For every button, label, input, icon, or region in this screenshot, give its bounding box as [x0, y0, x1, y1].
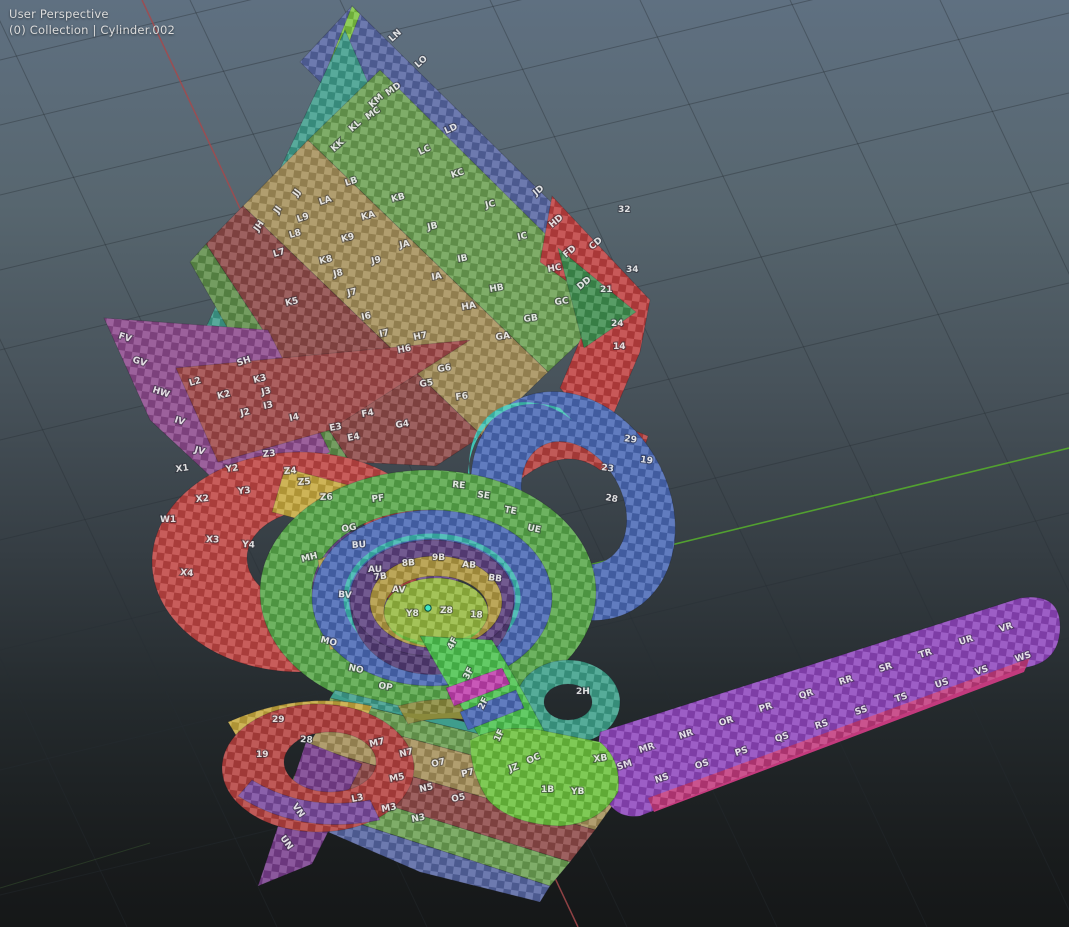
uv-grid-label: AV: [392, 585, 406, 595]
uv-grid-label: Y4: [241, 540, 255, 551]
uv-grid-label: 9B: [432, 553, 445, 563]
uv-grid-label: AB: [462, 560, 477, 571]
uv-grid-label: 32: [618, 205, 631, 215]
uv-grid-label: IA: [431, 271, 443, 283]
uv-grid-label: X4: [180, 568, 194, 579]
uv-grid-label: 34: [626, 265, 639, 275]
object-origin-dot: [425, 605, 431, 611]
uv-grid-label: RE: [452, 480, 466, 491]
uv-grid-label: 8B: [402, 558, 416, 569]
uv-grid-label: SE: [477, 490, 491, 502]
uv-grid-label: Z5: [298, 477, 311, 488]
uv-grid-label: 29: [272, 715, 285, 725]
uv-grid-label: GA: [495, 331, 511, 343]
uv-grid-label: 21: [600, 285, 613, 295]
uv-grid-label: PF: [371, 493, 385, 505]
uv-grid-label: 24: [611, 319, 624, 329]
uv-grid-label: X2: [195, 494, 209, 505]
uv-grid-label: TE: [503, 505, 517, 517]
uv-grid-label: LN: [387, 28, 404, 44]
uv-grid-label: I7: [379, 328, 390, 340]
uv-grid-label: I4: [289, 412, 300, 424]
uv-grid-label: GC: [554, 296, 570, 308]
uv-grid-label: IB: [457, 253, 469, 265]
uv-grid-label: Z8: [440, 606, 453, 616]
uv-grid-label: 28: [300, 735, 313, 746]
y-axis-green-faint: [0, 843, 150, 888]
viewport-canvas[interactable]: LNLOKMKLKKJDHDFDDDCDJHJIJJMDMCLDLCLBLAL9…: [0, 0, 1069, 927]
uv-grid-label: LO: [413, 54, 430, 70]
uv-grid-label: Y3: [236, 486, 251, 497]
uv-grid-label: Z3: [262, 449, 276, 460]
view-name-text: User Perspective: [9, 6, 175, 22]
uv-grid-label: 1B: [541, 785, 554, 795]
uv-grid-label: BB: [488, 573, 503, 585]
blender-3d-viewport[interactable]: LNLOKMKLKKJDHDFDDDCDJHJIJJMDMCLDLCLBLAL9…: [0, 0, 1069, 927]
uv-grid-label: Y2: [224, 463, 239, 475]
uv-grid-label: Z6: [320, 493, 333, 503]
uv-grid-label: 14: [613, 342, 626, 352]
uv-grid-label: 19: [640, 455, 654, 467]
uv-grid-label: XB: [593, 753, 608, 765]
uv-grid-label: GB: [523, 313, 539, 325]
active-object-breadcrumb-text: (0) Collection | Cylinder.002: [9, 22, 175, 38]
uv-grid-label: X3: [206, 535, 220, 545]
uv-grid-label: I3: [263, 400, 274, 412]
uv-grid-label: 19: [256, 750, 269, 760]
uv-grid-label: BV: [338, 590, 352, 601]
uv-grid-label: Y8: [405, 609, 419, 619]
uv-grid-label: G6: [437, 363, 452, 375]
uv-grid-label: I6: [361, 311, 372, 323]
uv-grid-label: X1: [175, 463, 189, 475]
uv-grid-label: YB: [570, 787, 585, 797]
uv-grid-label: Z4: [284, 466, 297, 477]
uv-grid-label: 18: [470, 610, 483, 621]
uv-grid-label: F6: [455, 391, 469, 403]
viewport-header-overlay: User Perspective (0) Collection | Cylind…: [9, 6, 175, 38]
uv-grid-label: G5: [419, 378, 434, 390]
uv-grid-label: BU: [352, 540, 367, 551]
uv-grid-label: 28: [604, 493, 618, 505]
uv-grid-label: 23: [601, 463, 615, 475]
uv-grid-label: 2H: [576, 687, 590, 697]
uv-grid-label: W1: [160, 515, 176, 525]
uv-grid-label: 7B: [373, 571, 387, 583]
uv-grid-label: F4: [361, 408, 375, 420]
uv-grid-label: G4: [395, 419, 410, 431]
uv-grid-label: 29: [624, 434, 638, 446]
